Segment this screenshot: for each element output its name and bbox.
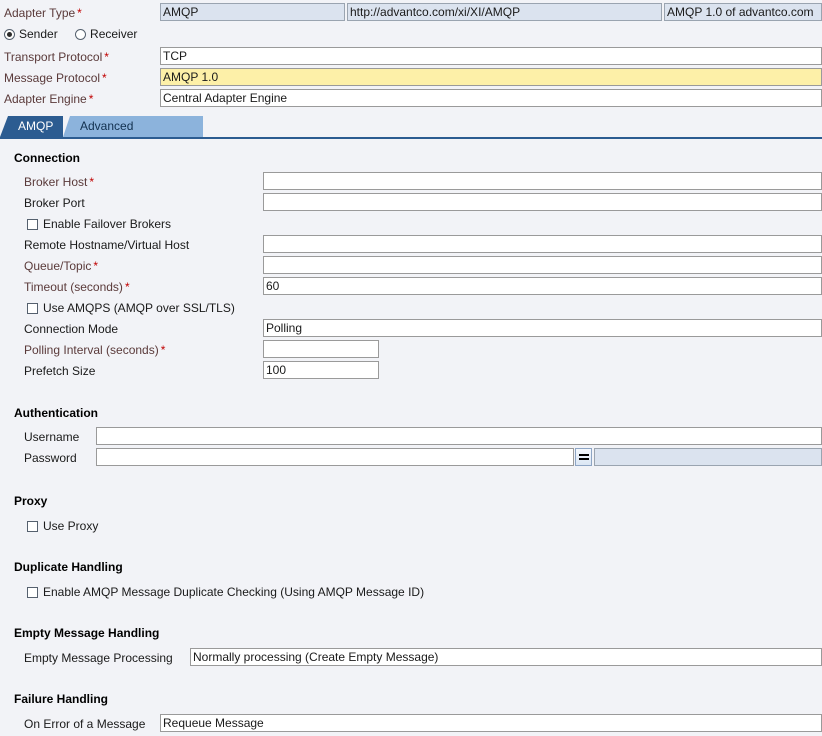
prefetch-size-input[interactable]: 100 [263,361,379,379]
radio-sender-label: Sender [19,27,58,41]
prefetch-size-label: Prefetch Size [24,364,95,378]
radio-sender-indicator [4,29,15,40]
radio-receiver[interactable]: Receiver [75,27,137,41]
timeout-input[interactable]: 60 [263,277,822,295]
queue-topic-input[interactable] [263,256,822,274]
required-asterisk: * [89,92,94,106]
radio-receiver-indicator [75,29,86,40]
tab-amqp[interactable]: AMQP [8,116,63,137]
section-empty-message-handling-title: Empty Message Handling [14,626,159,640]
adapter-namespace-field: http://advantco.com/xi/XI/AMQP [347,3,662,21]
use-proxy-label: Use Proxy [43,519,98,533]
remote-hostname-label: Remote Hostname/Virtual Host [24,238,189,252]
username-input[interactable] [96,427,822,445]
section-proxy-title: Proxy [14,494,47,508]
enable-duplicate-checking-checkbox[interactable]: Enable AMQP Message Duplicate Checking (… [27,585,424,599]
enable-failover-brokers-label: Enable Failover Brokers [43,217,171,231]
section-connection-title: Connection [14,151,80,165]
direction-radio-group[interactable]: Sender Receiver [4,27,151,43]
timeout-label: Timeout (seconds)* [24,280,130,294]
enable-failover-brokers-checkbox[interactable]: Enable Failover Brokers [27,217,171,231]
checkbox-box [27,303,38,314]
transport-protocol-label: Transport Protocol* [4,50,109,64]
required-asterisk: * [104,50,109,64]
polling-interval-label: Polling Interval (seconds)* [24,343,165,357]
transport-protocol-field[interactable]: TCP [160,47,822,65]
radio-sender[interactable]: Sender [4,27,58,41]
section-duplicate-handling-title: Duplicate Handling [14,560,123,574]
broker-port-label: Broker Port [24,196,85,210]
enable-duplicate-checking-label: Enable AMQP Message Duplicate Checking (… [43,585,424,599]
required-asterisk: * [77,6,82,20]
adapter-type-field: AMQP [160,3,345,21]
tab-advanced[interactable]: Advanced [70,116,143,137]
password-input[interactable] [96,448,574,466]
on-error-select[interactable]: Requeue Message [160,714,822,732]
tab-underline [0,137,822,139]
broker-host-input[interactable] [263,172,822,190]
tab-strip: AMQP Advanced [0,115,822,139]
checkbox-box [27,587,38,598]
use-amqps-checkbox[interactable]: Use AMQPS (AMQP over SSL/TLS) [27,301,235,315]
polling-interval-input[interactable] [263,340,379,358]
password-value-help-button[interactable] [575,448,592,466]
adapter-type-label: Adapter Type* [4,6,82,20]
checkbox-box [27,219,38,230]
adapter-engine-label: Adapter Engine* [4,92,93,106]
section-failure-handling-title: Failure Handling [14,692,108,706]
broker-host-label: Broker Host* [24,175,94,189]
adapter-swcv-field: AMQP 1.0 of advantco.com [664,3,822,21]
connection-mode-select[interactable]: Polling [263,319,822,337]
password-secure-store-field [594,448,822,466]
connection-mode-label: Connection Mode [24,322,118,336]
password-label: Password [24,451,77,465]
remote-hostname-input[interactable] [263,235,822,253]
adapter-engine-field[interactable]: Central Adapter Engine [160,89,822,107]
value-help-icon-bar [579,458,589,460]
checkbox-box [27,521,38,532]
use-amqps-label: Use AMQPS (AMQP over SSL/TLS) [43,301,235,315]
required-asterisk: * [102,71,107,85]
value-help-icon-bar [579,454,589,456]
radio-receiver-label: Receiver [90,27,137,41]
empty-message-processing-label: Empty Message Processing [24,651,173,665]
broker-port-input[interactable] [263,193,822,211]
message-protocol-field[interactable]: AMQP 1.0 [160,68,822,86]
message-protocol-label: Message Protocol* [4,71,107,85]
on-error-label: On Error of a Message [24,717,145,731]
use-proxy-checkbox[interactable]: Use Proxy [27,519,98,533]
empty-message-processing-select[interactable]: Normally processing (Create Empty Messag… [190,648,822,666]
section-authentication-title: Authentication [14,406,98,420]
queue-topic-label: Queue/Topic* [24,259,98,273]
username-label: Username [24,430,79,444]
